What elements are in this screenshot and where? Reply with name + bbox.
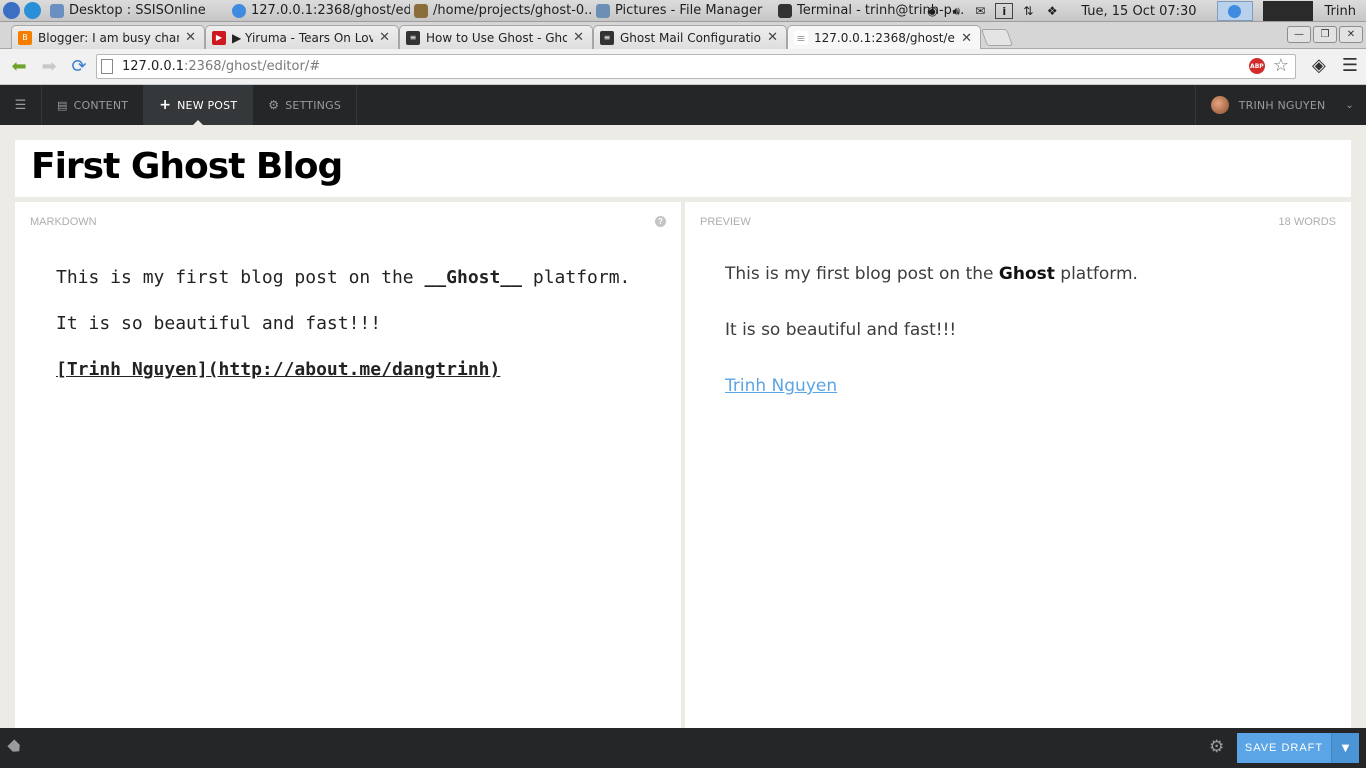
ghost-nav-bar: ☰ ▤ CONTENT + NEW POST ⚙ SETTINGS TRINH … — [0, 85, 1366, 125]
info-icon[interactable]: i — [995, 3, 1014, 19]
reload-button[interactable]: ⟳ — [64, 52, 94, 82]
settings-icon: ⚙ — [268, 98, 280, 112]
tab-ghost-editor[interactable]: ≡ 127.0.0.1:2368/ghost/edit ✕ — [787, 25, 981, 50]
close-window-icon[interactable]: ✕ — [1339, 26, 1363, 43]
taskbar-item-desktop[interactable]: Desktop : SSISOnline — [46, 0, 228, 22]
save-draft-button[interactable]: SAVE DRAFT — [1237, 733, 1331, 763]
markdown-line: This is my first blog post on the __Ghos… — [56, 267, 631, 288]
markdown-label: MARKDOWN — [30, 216, 97, 228]
nav-content[interactable]: ▤ CONTENT — [42, 85, 145, 125]
blogger-icon: B — [18, 30, 32, 45]
preview-label: PREVIEW — [700, 216, 751, 228]
bookmark-star-icon[interactable]: ☆ — [1273, 57, 1289, 75]
ghost-icon: ≡ — [600, 30, 614, 45]
save-options-button[interactable]: ▼ — [1331, 733, 1359, 763]
word-count: 18 WORDS — [1278, 216, 1336, 228]
menu-icon — [3, 2, 20, 19]
browser-tab-strip: B Blogger: I am busy changin ✕ ▶ ▶ Yirum… — [0, 22, 1366, 50]
close-icon[interactable]: ✕ — [185, 30, 196, 45]
help-icon[interactable]: ? — [655, 216, 666, 227]
avatar — [1210, 96, 1229, 114]
dropbox-icon[interactable]: ❖ — [1043, 3, 1061, 19]
address-bar[interactable]: 127.0.0.1:2368/ghost/editor/# ABP ☆ — [96, 54, 1296, 79]
close-icon[interactable]: ✕ — [379, 30, 390, 45]
preview-paragraph: Trinh Nguyen — [725, 374, 1138, 398]
volume-icon[interactable]: 🔊︎ — [947, 3, 965, 19]
hamburger-icon: ☰ — [14, 97, 27, 113]
network-icon[interactable]: ◉ — [923, 3, 941, 19]
taskbar-item-editor[interactable]: /home/projects/ghost-0.... — [410, 0, 592, 22]
ghost-menu-button[interactable]: ☰ — [0, 85, 42, 125]
chevron-down-icon: ⌄ — [1345, 99, 1354, 111]
minimize-icon[interactable]: — — [1287, 26, 1311, 43]
plus-icon: + — [159, 97, 172, 113]
gear-icon[interactable]: ⚙ — [1209, 739, 1224, 756]
markdown-editor[interactable]: This is my first blog post on the __Ghos… — [56, 266, 630, 404]
forward-button[interactable]: ➡ — [34, 52, 64, 82]
markdown-line: It is so beautiful and fast!!! — [56, 313, 382, 334]
tab-ghost-howto[interactable]: ≡ How to Use Ghost - Ghost | ✕ — [399, 25, 593, 49]
post-title-field[interactable]: First Ghost Blog — [15, 140, 1351, 197]
tab-ghost-mail[interactable]: ≡ Ghost Mail Configuration - ✕ — [593, 25, 787, 49]
system-tray: ◉ 🔊︎ ✉ i ⇅ ❖ Tue, 15 Oct 07:30 Trinh — [923, 0, 1366, 22]
preview-pane: PREVIEW 18 WORDS This is my first blog p… — [685, 202, 1351, 728]
tag-icon[interactable] — [7, 739, 23, 755]
window-controls: — ❐ ✕ — [1287, 26, 1363, 43]
nav-new-post[interactable]: + NEW POST — [144, 85, 254, 125]
tab-blogger[interactable]: B Blogger: I am busy changin ✕ — [11, 25, 205, 49]
restore-icon[interactable]: ❐ — [1313, 26, 1337, 43]
preview-paragraph: It is so beautiful and fast!!! — [725, 320, 957, 340]
post-title[interactable]: First Ghost Blog — [31, 146, 343, 187]
desktop-icon — [50, 3, 64, 18]
chevron-down-icon: ▼ — [1341, 742, 1350, 754]
chrome-menu-icon[interactable]: ☰ — [1342, 55, 1358, 76]
editor-footer: ⚙ SAVE DRAFT ▼ — [0, 728, 1366, 768]
ghost-icon: ≡ — [406, 30, 420, 45]
page-icon: ≡ — [794, 31, 808, 45]
preview-paragraph: This is my first blog post on the Ghost … — [725, 264, 1138, 284]
os-user-name[interactable]: Trinh — [1325, 4, 1356, 19]
folder-icon — [596, 3, 610, 18]
os-clock[interactable]: Tue, 15 Oct 07:30 — [1081, 4, 1196, 19]
close-icon[interactable]: ✕ — [767, 30, 778, 45]
preview-content: This is my first blog post on the Ghost … — [725, 262, 1138, 430]
layers-icon[interactable]: ◈ — [1312, 55, 1326, 76]
tab-youtube[interactable]: ▶ ▶ Yiruma - Tears On Love | ✕ — [205, 25, 399, 49]
os-start-menu[interactable] — [0, 0, 46, 22]
close-icon[interactable]: ✕ — [961, 31, 972, 46]
chrome-tray-icon[interactable] — [1216, 1, 1253, 21]
nav-settings[interactable]: ⚙ SETTINGS — [253, 85, 358, 125]
transfer-icon[interactable]: ⇅ — [1019, 3, 1037, 19]
tray-blank — [1262, 1, 1313, 21]
close-icon[interactable]: ✕ — [573, 30, 584, 45]
mail-icon[interactable]: ✉ — [971, 3, 989, 19]
browser-toolbar: ⬅ ➡ ⟳ 127.0.0.1:2368/ghost/editor/# ABP … — [0, 49, 1366, 85]
chrome-icon — [232, 3, 246, 18]
new-tab-button[interactable] — [980, 29, 1014, 46]
terminal-icon — [778, 3, 792, 18]
markdown-pane[interactable]: MARKDOWN ? This is my first blog post on… — [15, 202, 681, 728]
page-icon — [101, 59, 113, 74]
adblock-icon[interactable]: ABP — [1248, 58, 1265, 74]
user-menu[interactable]: TRINH NGUYEN ⌄ — [1194, 85, 1366, 125]
taskbar-item-file-manager[interactable]: Pictures - File Manager — [592, 0, 774, 22]
taskbar-item-chrome[interactable]: 127.0.0.1:2368/ghost/ed... — [228, 0, 410, 22]
os-taskbar: Desktop : SSISOnline 127.0.0.1:2368/ghos… — [0, 0, 1366, 22]
markdown-line: [Trinh Nguyen](http://about.me/dangtrinh… — [56, 359, 501, 380]
youtube-icon: ▶ — [212, 30, 226, 45]
back-button[interactable]: ⬅ — [4, 52, 34, 82]
content-icon: ▤ — [57, 98, 68, 112]
editor-icon — [414, 3, 428, 18]
preview-link[interactable]: Trinh Nguyen — [725, 376, 837, 396]
globe-icon — [24, 2, 41, 19]
